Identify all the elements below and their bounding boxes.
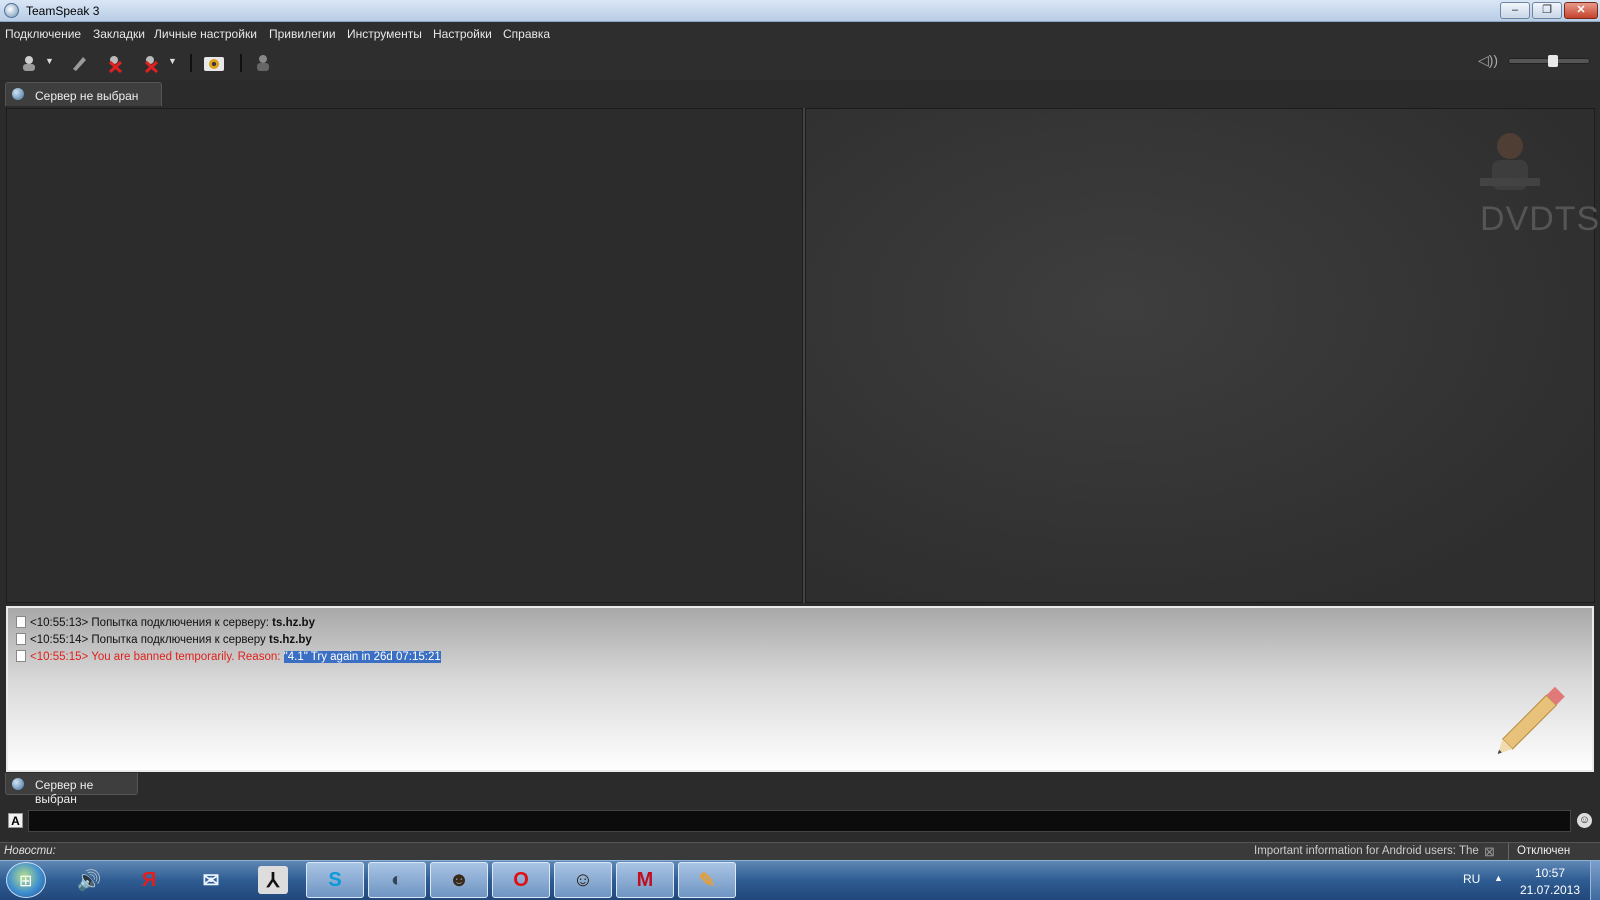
toolbar-separator (240, 54, 242, 72)
camera-icon[interactable] (203, 52, 225, 74)
disconnect-icon[interactable] (104, 52, 126, 74)
log-text: Попытка подключения к серверу (91, 634, 266, 646)
bottom-server-tab-label: Сервер не выбран (35, 778, 94, 806)
menu-bookmarks[interactable]: Закладки (93, 27, 145, 41)
mail-icon[interactable]: ✉ (182, 862, 240, 898)
skype-icon[interactable]: S (306, 862, 364, 898)
bottom-server-tab[interactable]: Сервер не выбран (5, 773, 138, 806)
bookmark-icon[interactable] (68, 52, 90, 74)
log-server[interactable]: ts.hz.by (269, 634, 312, 646)
disconnect-all-icon[interactable] (140, 52, 162, 74)
tray-expand-icon[interactable]: ▲ (1494, 873, 1503, 883)
chat-log-panel[interactable]: <10:55:13> Попытка подключения к серверу… (6, 606, 1594, 772)
mcafee-icon[interactable]: M (616, 862, 674, 898)
menu-help[interactable]: Справка (503, 27, 550, 41)
away-icon[interactable] (252, 52, 274, 74)
document-icon (16, 616, 26, 628)
server-tab[interactable]: Сервер не выбран (5, 82, 162, 106)
log-entry-error: <10:55:15> You are banned temporarily. R… (16, 650, 441, 666)
agent-icon[interactable]: ☻ (430, 862, 488, 898)
language-indicator[interactable]: RU (1463, 872, 1480, 886)
volume-slider-thumb[interactable] (1547, 55, 1558, 67)
chat-input[interactable] (28, 810, 1571, 832)
log-entry: <10:55:13> Попытка подключения к серверу… (16, 616, 315, 632)
channel-tree-panel[interactable] (6, 108, 803, 603)
maximize-button[interactable]: ❐ (1532, 2, 1562, 19)
speaker-icon: ◁)) (1478, 52, 1499, 68)
log-time: <10:55:14> (30, 634, 89, 646)
pencil-icon (1497, 686, 1565, 754)
connect-icon[interactable] (18, 52, 40, 74)
toolbar: ▼ ▼ (0, 46, 1600, 80)
news-close-icon[interactable]: ⊠ (1484, 844, 1495, 860)
connect-dropdown-icon[interactable]: ▼ (45, 56, 54, 66)
news-label: Новости: (4, 845, 56, 857)
news-bar: Новости: Important information for Andro… (0, 842, 1600, 861)
info-panel (805, 108, 1595, 603)
menu-permissions[interactable]: Привилегии (269, 27, 336, 41)
minimize-button[interactable]: – (1500, 2, 1530, 19)
clock-time[interactable]: 10:57 (1520, 866, 1580, 880)
menu-connection[interactable]: Подключение (5, 27, 81, 41)
log-text: Попытка подключения к серверу: (91, 617, 269, 629)
menu-bar: Подключение Закладки Личные настройки Пр… (0, 22, 1600, 46)
menu-tools[interactable]: Инструменты (347, 27, 422, 41)
log-time: <10:55:15> (30, 651, 89, 663)
clock-date[interactable]: 21.07.2013 (1514, 883, 1586, 897)
log-selected-text: "4.1" Try again in 26d 07:15:21 (283, 651, 441, 663)
font-format-button[interactable]: A (8, 813, 23, 828)
teamspeak-icon (4, 3, 19, 18)
watermark-figure-icon (1480, 133, 1540, 190)
counter-strike-icon[interactable]: ⅄ (258, 866, 288, 894)
log-entry: <10:55:14> Попытка подключения к серверу… (16, 633, 312, 649)
toolbar-separator (190, 54, 192, 72)
yandex-icon[interactable]: Я (120, 862, 178, 898)
windows-start-icon[interactable]: ⊞ (6, 862, 46, 898)
smiley-icon[interactable]: ☺ (1577, 813, 1592, 828)
title-bar: TeamSpeak 3 (0, 0, 1600, 22)
connection-status: Отключен (1508, 843, 1598, 861)
document-icon (16, 633, 26, 645)
gta-icon[interactable]: ☺ (554, 862, 612, 898)
window-title: TeamSpeak 3 (26, 4, 100, 18)
windows-taskbar (0, 860, 1600, 900)
log-server[interactable]: ts.hz.by (272, 617, 315, 629)
close-button[interactable]: ✕ (1564, 2, 1598, 19)
server-tab-icon (12, 88, 24, 100)
disconnect-dropdown-icon[interactable]: ▼ (168, 56, 177, 66)
show-desktop-button[interactable] (1590, 861, 1600, 900)
opera-icon[interactable]: O (492, 862, 550, 898)
document-icon (16, 650, 26, 662)
server-tab-icon (12, 778, 24, 790)
log-text: You are banned temporarily. Reason: (91, 651, 281, 663)
menu-settings[interactable]: Настройки (433, 27, 492, 41)
server-tab-label: Сервер не выбран (35, 89, 139, 103)
teamspeak-taskbar-icon[interactable]: ◐ (368, 862, 426, 898)
paint-icon[interactable]: ✎ (678, 862, 736, 898)
menu-self[interactable]: Личные настройки (154, 27, 257, 41)
news-ticker[interactable]: Important information for Android users:… (1254, 845, 1479, 857)
speaker-app-icon[interactable]: 🔊 (60, 862, 118, 898)
watermark-text: DVDTS (1480, 200, 1600, 238)
log-time: <10:55:13> (30, 617, 89, 629)
